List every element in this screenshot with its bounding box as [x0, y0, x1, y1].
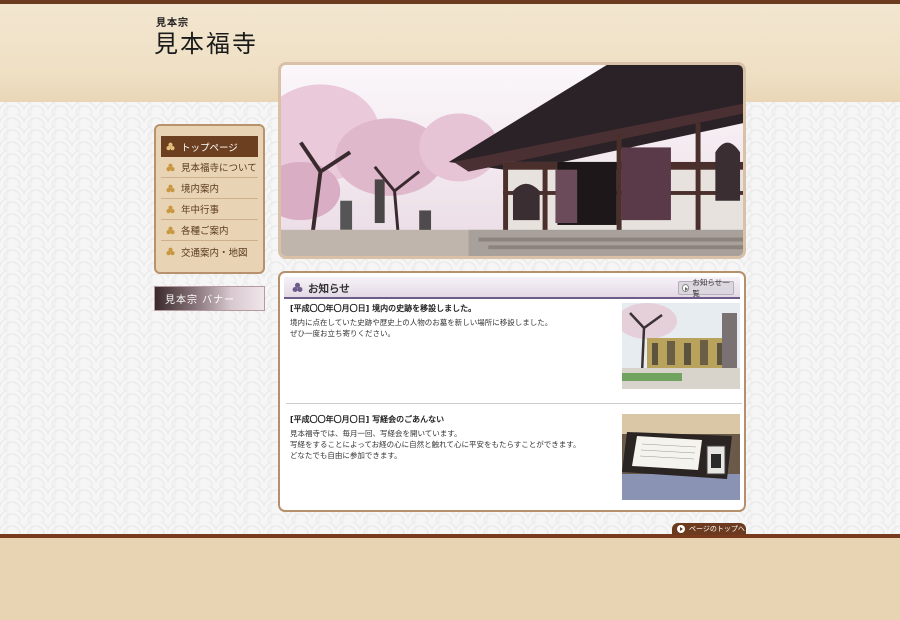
news-divider [286, 403, 742, 404]
nav-item-events[interactable]: 年中行事 [161, 199, 258, 220]
page-top-label: ページのトップへ [689, 525, 745, 533]
side-navigation: トップページ 見本福寺について 境内案内 年中行事 各種ご案内 交通案内・地図 [154, 124, 265, 274]
site-logo[interactable]: 見本福寺 [154, 24, 258, 59]
news-entry-photo [622, 303, 740, 389]
nav-item-grounds[interactable]: 境内案内 [161, 178, 258, 199]
news-entry-photo [622, 414, 740, 500]
arrow-right-icon [682, 284, 690, 292]
news-entry: [平成〇〇年〇月〇日] 写経会のごあんない 見本福寺では、毎月一回、写経会を開い… [290, 414, 740, 500]
arrow-right-icon [677, 525, 685, 533]
historic-site-photo [622, 303, 740, 389]
page-top-button[interactable]: ページのトップへ [672, 523, 746, 535]
nav-item-label: 見本福寺について [181, 163, 257, 174]
trefoil-icon [166, 142, 175, 151]
sutra-copying-photo [622, 414, 740, 500]
news-list-label: お知らせ一覧 [692, 278, 730, 298]
news-entry: [平成〇〇年〇月〇日] 境内の史跡を移設しました。 境内に点在していた史跡や歴史… [290, 303, 740, 389]
nav-item-about[interactable]: 見本福寺について [161, 157, 258, 178]
trefoil-icon [166, 205, 175, 213]
nav-item-label: 各種ご案内 [181, 226, 229, 237]
nav-item-label: トップページ [181, 142, 238, 154]
trefoil-icon [166, 226, 175, 234]
nav-item-label: 年中行事 [181, 205, 220, 216]
news-title: お知らせ [308, 283, 350, 295]
footer-band [0, 538, 900, 620]
nav-item-label: 境内案内 [181, 184, 220, 195]
news-header: お知らせ お知らせ一覧 [284, 277, 740, 299]
news-panel: お知らせ お知らせ一覧 [平成〇〇年〇月〇日] 境内の史跡を移設しました。 境内… [278, 271, 746, 512]
nav-item-label: 交通案内・地図 [181, 247, 248, 259]
trefoil-icon [166, 247, 175, 256]
hero-temple-photo [278, 62, 746, 259]
trefoil-icon [166, 163, 175, 171]
nav-item-guide[interactable]: 各種ご案内 [161, 220, 258, 241]
trefoil-icon [166, 184, 175, 192]
temple-sakura-image [281, 65, 743, 256]
nav-item-top[interactable]: トップページ [161, 136, 258, 157]
trefoil-icon [292, 282, 303, 293]
nav-item-access[interactable]: 交通案内・地図 [161, 241, 258, 262]
news-list-button[interactable]: お知らせ一覧 [678, 278, 734, 298]
banner-link[interactable]: 見本宗 バナー [154, 286, 265, 311]
